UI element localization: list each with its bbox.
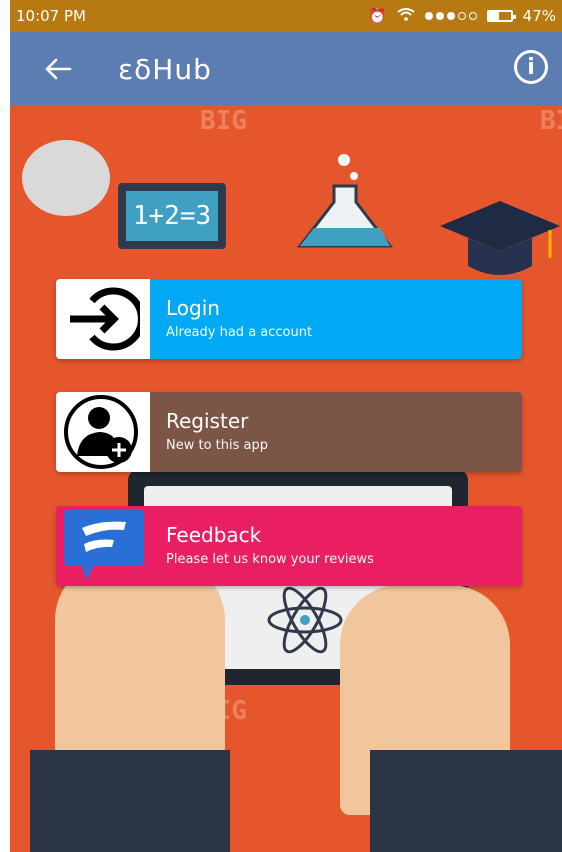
feedback-icon-box [56,506,150,586]
battery-icon [486,10,516,22]
register-subtitle: New to this app [166,438,268,453]
feedback-icon [64,510,144,580]
register-icon-box [56,392,150,472]
chalkboard-text: 1+2=3 [126,191,218,241]
feedback-subtitle: Please let us know your reviews [166,552,374,567]
watermark: BIG [200,106,247,136]
flask-image [296,154,394,248]
signal-dots-icon [424,12,477,20]
atom-icon [267,586,343,654]
register-title: Register [166,409,249,433]
wifi-icon [397,7,415,25]
app-title: εδHub [118,52,212,86]
chalkboard-image: 1+2=3 [118,183,226,249]
add-user-icon [64,395,138,469]
app-bar: εδHub i [10,32,562,106]
graduation-cap-image [440,201,560,275]
avatar[interactable] [22,140,110,216]
login-icon-box [56,279,150,359]
status-icons: ⏰ 47% [368,7,556,25]
info-icon[interactable]: i [514,50,548,84]
right-sleeve-image [370,750,562,852]
login-button[interactable]: Login Already had a account [56,279,522,359]
register-button[interactable]: Register New to this app [56,392,522,472]
phone-screen: 10:07 PM ⏰ 47% εδHub i BIG B 1+2=3 Login… [10,0,562,852]
status-time: 10:07 PM [16,7,86,25]
alarm-icon: ⏰ [367,7,387,25]
login-arrow-icon [70,287,140,351]
left-sleeve-image [30,750,230,852]
feedback-title: Feedback [166,523,262,547]
battery-percent: 47% [522,7,556,25]
feedback-button[interactable]: Feedback Please let us know your reviews [56,506,522,586]
watermark: BIG [540,106,562,136]
login-title: Login [166,296,220,320]
status-bar: 10:07 PM ⏰ 47% [10,0,562,32]
arrow-left-icon[interactable] [38,49,78,89]
login-subtitle: Already had a account [166,325,313,340]
